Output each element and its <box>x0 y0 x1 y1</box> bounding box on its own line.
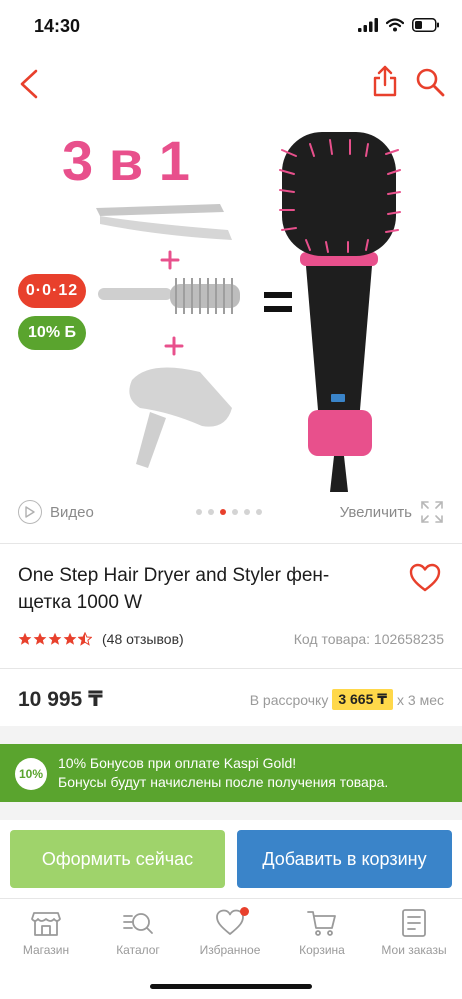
hair-dryer-graphic <box>129 367 232 468</box>
tab-label: Магазин <box>22 943 70 957</box>
orders-icon <box>402 909 426 937</box>
rating-row: (48 отзывов) Код товара: 102658235 <box>18 628 444 650</box>
home-indicator <box>150 984 312 989</box>
star-icon <box>63 632 77 645</box>
carousel-dot[interactable] <box>244 509 250 515</box>
wifi-icon <box>386 18 404 32</box>
flat-iron-graphic <box>96 204 232 240</box>
tab-my-orders[interactable]: Мои заказы <box>368 907 460 957</box>
section-gap <box>0 726 462 744</box>
video-button[interactable]: Видео <box>18 500 94 524</box>
carousel-dot[interactable] <box>256 509 262 515</box>
zoom-button[interactable]: Увеличить <box>340 500 444 524</box>
zoom-label: Увеличить <box>339 503 412 521</box>
reviews-link[interactable]: (48 отзывов) <box>102 631 184 647</box>
tab-favorites[interactable]: Избранное <box>184 907 276 957</box>
status-bar: 14:30 <box>0 0 462 52</box>
hot-air-brush-graphic <box>279 132 401 492</box>
star-icon <box>18 632 32 645</box>
star-icon <box>33 632 47 645</box>
catalog-icon <box>123 913 153 934</box>
installment-badge: 0·0·12 <box>18 274 86 308</box>
bonus-banner[interactable]: 10% 10% Бонусов при оплате Kaspi Gold! Б… <box>0 744 462 802</box>
tab-store[interactable]: Магазин <box>0 907 92 957</box>
back-arrow-icon[interactable] <box>14 66 46 102</box>
share-icon[interactable] <box>370 64 400 100</box>
status-time: 14:30 <box>34 16 81 36</box>
favorite-heart-icon[interactable] <box>408 562 442 594</box>
bonus-badge: 10% Б <box>18 316 86 350</box>
store-icon <box>31 912 61 936</box>
order-now-button[interactable]: Оформить сейчас <box>10 830 225 888</box>
tab-label: Корзина <box>299 943 345 957</box>
search-icon[interactable] <box>414 66 446 98</box>
notification-dot <box>240 907 249 916</box>
comb-brush-graphic <box>98 278 240 314</box>
installment-suffix: х 3 мес <box>397 691 444 708</box>
product-image-headline: 3 в 1 <box>62 129 190 192</box>
status-icons <box>358 18 440 32</box>
tab-label: Избранное <box>199 943 261 957</box>
installment-info[interactable]: В рассрочку 3 665 ₸ х 3 мес <box>250 689 444 710</box>
rating-stars[interactable] <box>18 632 92 646</box>
divider <box>0 543 462 544</box>
divider <box>0 668 462 669</box>
play-icon <box>18 500 42 524</box>
star-icon <box>48 632 62 645</box>
product-code: Код товара: 102658235 <box>293 631 444 647</box>
tab-label: Мои заказы <box>381 943 447 957</box>
section-gap <box>0 802 462 820</box>
tab-catalog[interactable]: Каталог <box>92 907 184 957</box>
bonus-banner-title: 10% Бонусов при оплате Kaspi Gold! <box>58 755 297 771</box>
bonus-percent-badge: 10% <box>15 758 47 790</box>
installment-amount: 3 665 ₸ <box>332 689 394 710</box>
expand-icon <box>421 501 443 523</box>
top-navigation <box>0 56 462 112</box>
add-to-cart-button[interactable]: Добавить в корзину <box>237 830 452 888</box>
carousel-dot[interactable] <box>208 509 214 515</box>
video-label: Видео <box>50 503 94 521</box>
carousel-dot[interactable] <box>232 509 238 515</box>
media-row: Видео Увеличить <box>0 498 462 528</box>
tab-label: Каталог <box>116 943 160 957</box>
installment-prefix: В рассрочку <box>249 691 329 708</box>
carousel-dots <box>196 509 262 515</box>
product-title: One Step Hair Dryer and Styler фен-щетка… <box>18 565 330 613</box>
carousel-dot-active[interactable] <box>220 509 226 515</box>
tab-cart[interactable]: Корзина <box>276 907 368 957</box>
cart-icon <box>307 911 336 936</box>
product-price: 10 995 ₸ <box>18 688 103 711</box>
half-star-icon <box>78 632 92 646</box>
carousel-dot[interactable] <box>196 509 202 515</box>
signal-icon <box>358 18 378 32</box>
equals-graphic <box>264 292 292 312</box>
bonus-banner-subtitle: Бонусы будут начислены после получения т… <box>58 774 389 790</box>
battery-icon <box>412 18 439 32</box>
